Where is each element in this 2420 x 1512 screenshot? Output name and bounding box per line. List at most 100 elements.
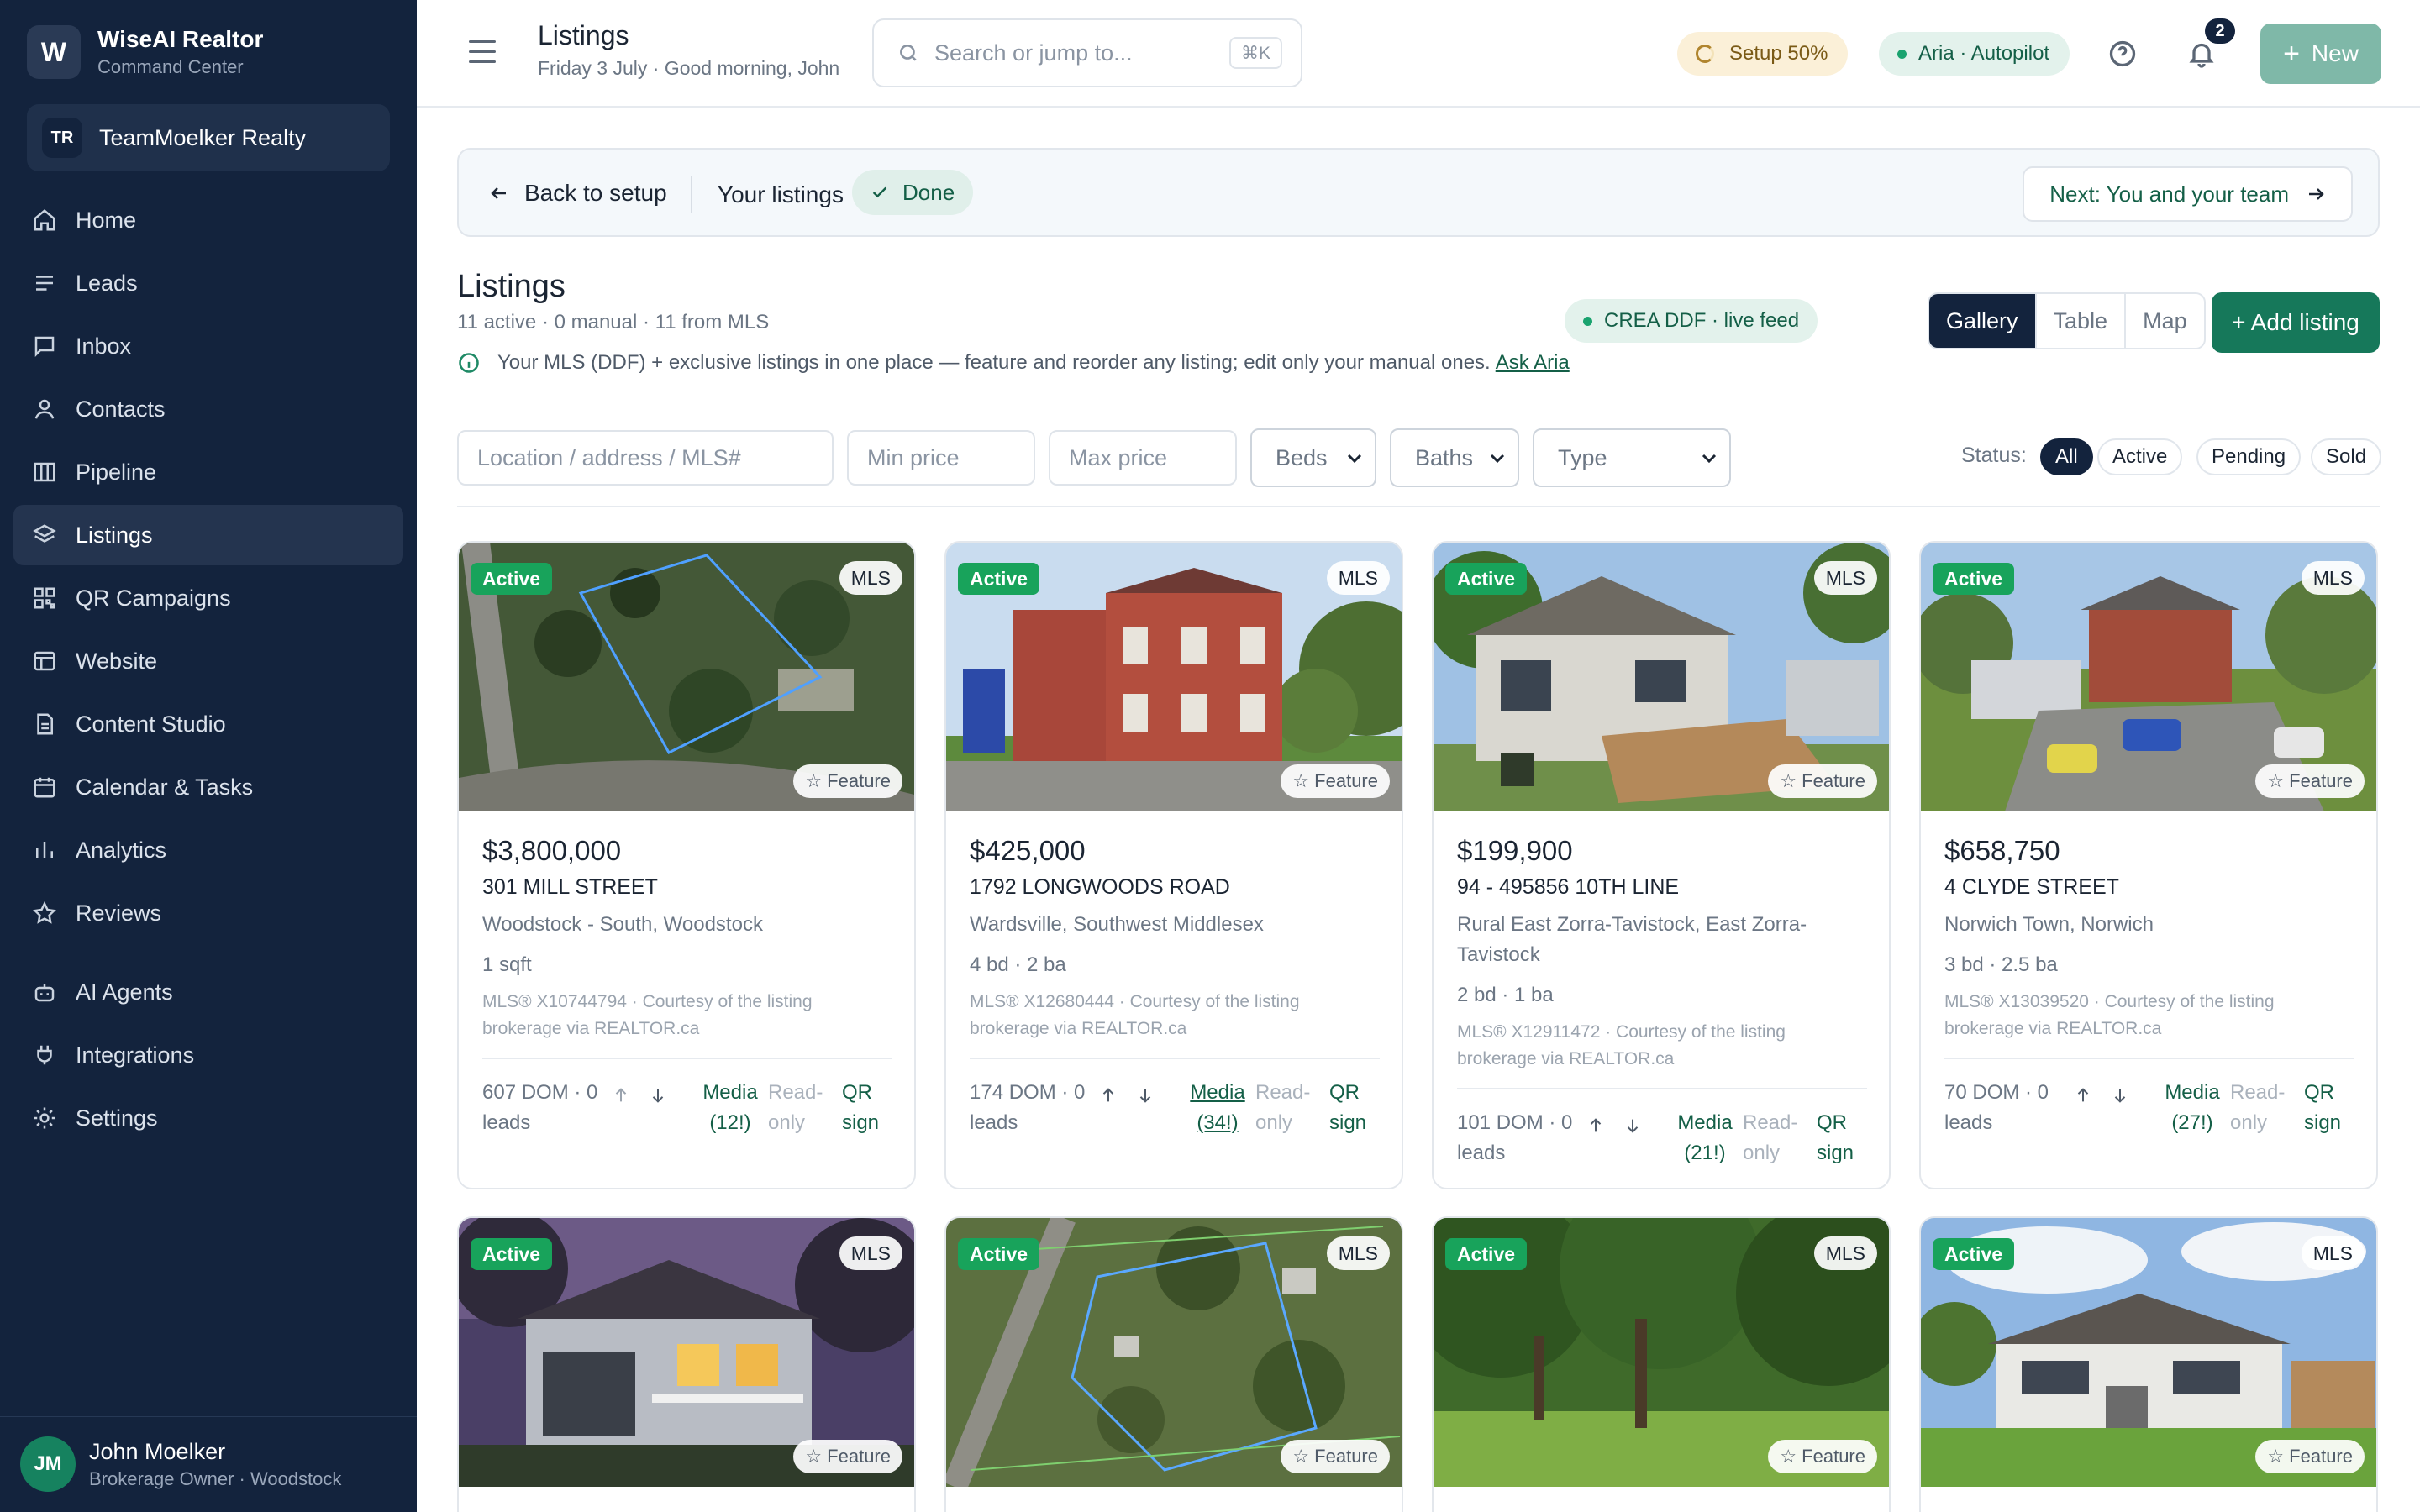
move-up-icon[interactable] <box>1586 1116 1605 1135</box>
search-input[interactable]: Search or jump to... ⌘K <box>872 18 1302 87</box>
sidebar-item-label: Website <box>76 648 158 674</box>
media-link[interactable]: Media (27!) <box>2146 1078 2238 1138</box>
progress-ring-icon <box>1696 45 1714 63</box>
next-step-button[interactable]: Next: You and your team <box>2023 166 2353 222</box>
media-link[interactable]: Media (12!) <box>684 1078 776 1138</box>
divider <box>457 506 2380 507</box>
move-down-icon[interactable] <box>649 1086 667 1105</box>
feature-button[interactable]: ☆ Feature <box>1281 1440 1390 1473</box>
sidebar-item-contacts[interactable]: Contacts <box>13 379 403 439</box>
listing-card[interactable]: Active MLS ☆ Feature $199,900 94 - 49585… <box>1432 541 1891 1189</box>
media-link[interactable]: Media (21!) <box>1659 1108 1751 1168</box>
listing-specs: 2 bd · 1 ba <box>1457 984 1554 1006</box>
sidebar-item-ai-agents[interactable]: AI Agents <box>13 962 403 1022</box>
document-icon <box>32 711 57 737</box>
baths-select-value: Baths <box>1415 444 1474 470</box>
sidebar-item-qr-campaigns[interactable]: QR Campaigns <box>13 568 403 628</box>
qr-sign-link[interactable]: QR sign <box>1817 1108 1870 1168</box>
brand[interactable]: W WiseAI Realtor Command Center <box>27 25 263 79</box>
listing-card[interactable]: Active MLS ☆ Feature $658,750 4 CLYDE ST… <box>1919 541 2378 1189</box>
user-profile[interactable]: JM John Moelker Brokerage Owner · Woodst… <box>20 1436 341 1492</box>
view-tab-table[interactable]: Table <box>2037 294 2127 348</box>
help-icon[interactable] <box>2107 39 2138 69</box>
feature-button[interactable]: ☆ Feature <box>1281 764 1390 798</box>
aria-status-pill[interactable]: Aria · Autopilot <box>1879 32 2070 76</box>
status-chip-pending[interactable]: Pending <box>2196 438 2302 475</box>
new-button[interactable]: + New <box>2260 24 2381 84</box>
beds-select[interactable]: Beds <box>1250 428 1376 487</box>
sidebar-item-home[interactable]: Home <box>13 190 403 250</box>
setup-progress-label: Setup 50% <box>1729 42 1828 65</box>
sidebar-item-settings[interactable]: Settings <box>13 1088 403 1148</box>
bell-icon[interactable] <box>2186 39 2217 69</box>
move-down-icon[interactable] <box>1623 1116 1642 1135</box>
qr-sign-link[interactable]: QR sign <box>1329 1078 1383 1138</box>
sidebar-item-analytics[interactable]: Analytics <box>13 820 403 880</box>
menu-icon[interactable] <box>469 40 496 64</box>
source-badge: MLS <box>1813 561 1877 595</box>
move-up-icon[interactable] <box>1099 1086 1118 1105</box>
feature-button[interactable]: ☆ Feature <box>1768 1440 1877 1473</box>
next-step-label: Next: You and your team <box>2049 181 2289 207</box>
status-badge: Active <box>1445 563 1528 595</box>
min-price-input[interactable]: Min price <box>847 430 1035 486</box>
status-filter-label: Status: <box>1961 444 2027 467</box>
sidebar-item-reviews[interactable]: Reviews <box>13 883 403 943</box>
sidebar-item-integrations[interactable]: Integrations <box>13 1025 403 1085</box>
move-down-icon[interactable] <box>2111 1086 2129 1105</box>
sidebar-item-leads[interactable]: Leads <box>13 253 403 313</box>
move-up-icon[interactable] <box>612 1086 630 1105</box>
media-link[interactable]: Media (34!) <box>1171 1078 1264 1138</box>
move-down-icon[interactable] <box>1136 1086 1155 1105</box>
listing-card[interactable]: Active MLS ☆ Feature $425,000 1792 LONGW… <box>944 541 1403 1189</box>
listing-price: $425,000 <box>970 835 1086 866</box>
sidebar-item-content-studio[interactable]: Content Studio <box>13 694 403 754</box>
view-tab-map[interactable]: Map <box>2126 294 2204 348</box>
type-select[interactable]: Type <box>1533 428 1731 487</box>
source-badge: MLS <box>1326 1236 1390 1270</box>
status-badge: Active <box>958 563 1040 595</box>
sidebar-item-label: Settings <box>76 1105 158 1131</box>
qr-sign-link[interactable]: QR sign <box>2304 1078 2358 1138</box>
back-to-setup-link[interactable]: Back to setup <box>489 180 667 207</box>
sidebar-divider <box>0 1416 417 1417</box>
home-icon <box>32 207 57 233</box>
team-avatar: TR <box>42 118 82 158</box>
ask-aria-link[interactable]: Ask Aria <box>1496 351 1570 375</box>
sidebar-item-listings[interactable]: Listings <box>13 505 403 565</box>
move-up-icon[interactable] <box>2074 1086 2092 1105</box>
listing-price: $199,900 <box>1457 835 1573 866</box>
feature-button[interactable]: ☆ Feature <box>793 764 902 798</box>
feature-button[interactable]: ☆ Feature <box>793 1440 902 1473</box>
sidebar-item-website[interactable]: Website <box>13 631 403 691</box>
status-chip-sold[interactable]: Sold <box>2311 438 2382 475</box>
listing-photo: Active MLS ☆ Feature <box>459 543 914 811</box>
status-chip-all[interactable]: All <box>2040 438 2093 475</box>
feature-button[interactable]: ☆ Feature <box>2255 1440 2365 1473</box>
feature-button[interactable]: ☆ Feature <box>2255 764 2365 798</box>
sidebar-item-inbox[interactable]: Inbox <box>13 316 403 376</box>
max-price-input[interactable]: Max price <box>1049 430 1237 486</box>
location-search-input[interactable]: Location / address / MLS# <box>457 430 834 486</box>
team-switcher[interactable]: TR TeamMoelker Realty <box>27 104 390 171</box>
layers-icon <box>32 522 57 548</box>
view-tab-gallery[interactable]: Gallery <box>1929 294 2037 348</box>
qr-sign-link[interactable]: QR sign <box>842 1078 896 1138</box>
listing-card[interactable]: Active MLS ☆ Feature <box>1919 1216 2378 1512</box>
setup-progress-pill[interactable]: Setup 50% <box>1677 32 1849 76</box>
status-dot <box>1583 316 1592 326</box>
baths-select[interactable]: Baths <box>1390 428 1519 487</box>
sidebar-item-calendar-tasks[interactable]: Calendar & Tasks <box>13 757 403 817</box>
status-chip-active[interactable]: Active <box>2097 438 2183 475</box>
listing-address: 301 MILL STREET <box>482 875 658 899</box>
sidebar-item-label: Analytics <box>76 837 167 863</box>
listing-card[interactable]: Active MLS ☆ Feature <box>457 1216 916 1512</box>
listing-card[interactable]: Active MLS ☆ Feature <box>944 1216 1403 1512</box>
sidebar-item-pipeline[interactable]: Pipeline <box>13 442 403 502</box>
feature-button[interactable]: ☆ Feature <box>1768 764 1877 798</box>
brand-name: WiseAI Realtor <box>97 26 264 52</box>
listing-card[interactable]: Active MLS ☆ Feature <box>1432 1216 1891 1512</box>
add-listing-button[interactable]: + Add listing <box>2212 292 2380 353</box>
listing-card[interactable]: Active MLS ☆ Feature $3,800,000 301 MILL… <box>457 541 916 1189</box>
shortcut-hint: ⌘K <box>1228 37 1282 69</box>
